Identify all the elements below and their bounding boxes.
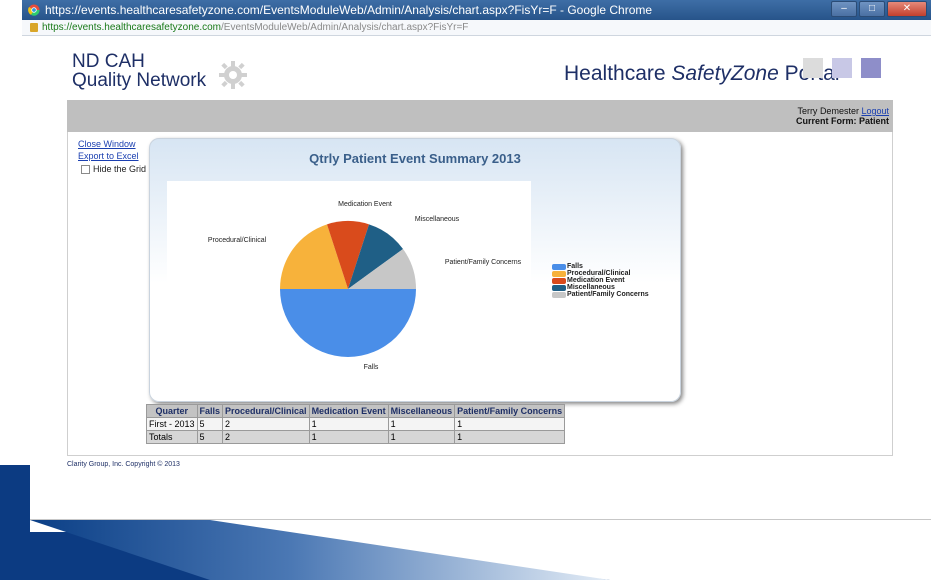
close-window-link[interactable]: Close Window [78,138,146,150]
pie-label: Falls [364,364,379,371]
table-cell: 2 [222,417,310,431]
url-path: /EventsModuleWeb/Admin/Analysis/chart.as… [221,22,469,33]
header-patient-family: Patient/Family Concerns [454,404,566,418]
legend-item: Procedural/Clinical [552,270,649,277]
chart-title: Qtrly Patient Event Summary 2013 [309,151,521,166]
table-cell: 1 [387,430,456,444]
hide-grid-checkbox[interactable] [81,164,90,174]
window-title: https://events.healthcaresafetyzone.com/… [45,3,653,17]
square-1 [803,58,823,78]
address-bar[interactable]: https://events.healthcaresafetyzone.com /… [22,20,931,36]
pie-chart: Falls Procedural/Clinical Medication Event… [208,201,522,371]
chrome-icon [28,4,40,16]
maximize-button[interactable]: □ [859,1,885,17]
square-2 [832,58,852,78]
main-content: Close Window Export to Excel Hide the Gr… [67,132,893,456]
user-name: Terry Demester [797,106,859,116]
header-medication: Medication Event [308,404,389,418]
legend-label: Procedural/Clinical [567,270,631,277]
decorative-swoosh [0,465,610,580]
hide-grid-option[interactable]: Hide the Grid [78,163,146,175]
header-falls: Falls [196,404,224,418]
legend-item: Miscellaneous [552,284,649,291]
legend-item: Medication Event [552,277,649,284]
table-cell: First - 2013 [146,417,198,431]
data-table: Quarter Falls Procedural/Clinical Medica… [146,404,566,444]
table-cell: 1 [454,430,566,444]
plot-area: Falls Procedural/Clinical Medication Event… [167,181,531,393]
minimize-button[interactable]: – [831,1,857,17]
brand-squares [803,58,881,78]
left-links: Close Window Export to Excel Hide the Gr… [78,138,146,175]
table-cell: 1 [454,417,566,431]
legend-swatch [552,270,566,277]
chart-legend: Falls Procedural/Clinical Medication Event… [552,263,649,298]
table-cell: 5 [196,417,224,431]
logout-link[interactable]: Logout [861,106,889,116]
square-3 [861,58,881,78]
legend-swatch [552,263,566,270]
legend-item: Falls [552,263,649,270]
safetyzone-brand: Healthcare SafetyZone Portal [564,62,840,86]
table-header-row: Quarter Falls Procedural/Clinical Medica… [146,404,566,418]
pie-slice-falls[interactable] [280,289,416,357]
table-cell: 5 [196,430,224,444]
pie-label: Miscellaneous [415,216,460,223]
browser-titlebar: https://events.healthcaresafetyzone.com/… [22,0,931,20]
hide-grid-label: Hide the Grid [93,164,147,174]
header-procedural: Procedural/Clinical [222,404,310,418]
table-row-totals: Totals 5 2 1 1 1 [146,430,566,444]
table-cell: 1 [387,417,456,431]
pie-label: Patient/Family Concerns [445,259,522,266]
legend-item: Patient/Family Concerns [552,291,649,298]
legend-label: Miscellaneous [567,284,615,291]
legend-label: Falls [567,263,583,270]
table-cell: 1 [308,430,389,444]
legend-swatch [552,284,566,291]
table-cell: 2 [222,430,310,444]
logo-line1: ND CAH [72,51,145,72]
current-form: Current Form: Patient [795,116,889,126]
legend-label: Patient/Family Concerns [567,291,649,298]
legend-swatch [552,291,566,298]
cog-logo-icon [219,61,247,89]
table-cell: Totals [146,430,198,444]
close-window-button[interactable]: ✕ [887,1,927,17]
header-misc: Miscellaneous [387,404,456,418]
header-quarter: Quarter [146,404,198,418]
user-info: Terry Demester Logout Current Form: Pati… [796,106,889,126]
pie-label: Procedural/Clinical [208,237,267,244]
brand-italic: SafetyZone [671,62,779,85]
window-controls: – □ ✕ [831,1,927,17]
chart-panel: Qtrly Patient Event Summary 2013 Falls Pr… [149,138,681,402]
export-excel-link[interactable]: Export to Excel [78,150,146,162]
page-header: ND CAH Quality Network Healthcare Safety… [67,44,893,100]
lock-icon [30,23,38,32]
url-host: https://events.healthcaresafetyzone.com [42,22,221,33]
legend-label: Medication Event [567,277,625,284]
table-row: First - 2013 5 2 1 1 1 [146,417,566,431]
legend-swatch [552,277,566,284]
table-cell: 1 [308,417,389,431]
logo-line2: Quality Network [72,70,207,91]
brand-prefix: Healthcare [564,62,672,85]
user-bar: Terry Demester Logout Current Form: Pati… [67,100,893,132]
nd-cah-logo: ND CAH Quality Network [72,52,206,90]
pie-label: Medication Event [338,201,392,208]
